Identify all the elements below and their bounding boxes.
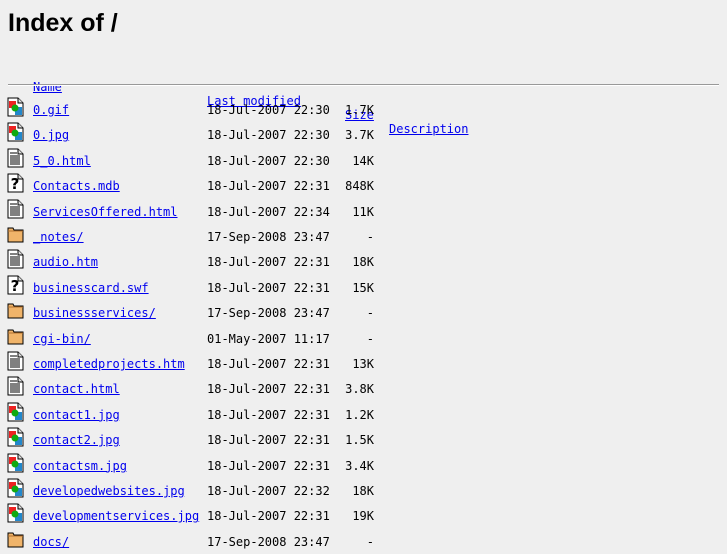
file-row: developmentservices.jpg 18-Jul-2007 22:3… [0, 503, 727, 528]
image-file-icon [7, 453, 24, 473]
file-modified: 18-Jul-2007 22:31 [207, 407, 330, 422]
file-modified: 18-Jul-2007 22:31 [207, 357, 330, 371]
column-headers: Name Last modified Size Description [0, 66, 468, 136]
file-size: - [366, 230, 374, 244]
file-row: contact1.jpg 18-Jul-2007 22:31 1.2K [0, 402, 727, 427]
file-size: 1.2K [345, 407, 374, 422]
file-size: 3.8K [345, 382, 374, 397]
file-link[interactable]: 0.jpg [33, 128, 69, 142]
file-modified: 18-Jul-2007 22:34 [207, 204, 330, 219]
file-modified: 17-Sep-2008 23:47 [207, 306, 330, 321]
file-size: 19K [352, 509, 374, 524]
folder-icon [7, 326, 24, 346]
file-link[interactable]: contact1.jpg [33, 408, 120, 422]
file-modified: 18-Jul-2007 22:31 [207, 433, 330, 448]
unknown-file-icon: ? [7, 275, 24, 295]
folder-icon [7, 529, 24, 549]
file-modified: 18-Jul-2007 22:31 [207, 382, 330, 397]
text-file-icon [7, 376, 24, 396]
file-row: contact.html 18-Jul-2007 22:31 3.8K [0, 376, 727, 401]
file-row: docs/ 17-Sep-2008 23:47 - [0, 529, 727, 554]
page-title: Index of / [8, 9, 118, 37]
file-row: contactsm.jpg 18-Jul-2007 22:31 3.4K [0, 453, 727, 478]
file-size: 1.7K [345, 103, 374, 117]
file-modified: 18-Jul-2007 22:32 [207, 484, 330, 498]
file-row: _notes/ 17-Sep-2008 23:47 - [0, 224, 727, 249]
file-link[interactable]: contact.html [33, 382, 120, 396]
file-row: cgi-bin/ 01-May-2007 11:17 - [0, 326, 727, 351]
file-link[interactable]: developedwebsites.jpg [33, 484, 185, 498]
file-modified: 18-Jul-2007 22:31 [207, 255, 330, 270]
unknown-file-icon: ? [7, 173, 24, 193]
file-row: ? businesscard.swf 18-Jul-2007 22:31 15K [0, 275, 727, 300]
file-modified: 18-Jul-2007 22:31 [207, 179, 330, 194]
file-row: ServicesOffered.html 18-Jul-2007 22:34 1… [0, 199, 727, 224]
file-modified: 18-Jul-2007 22:30 [207, 103, 330, 117]
image-file-icon [7, 427, 24, 447]
header-divider [8, 84, 719, 86]
file-link[interactable]: 0.gif [33, 103, 69, 117]
file-link[interactable]: docs/ [33, 535, 69, 549]
file-row: completedprojects.htm 18-Jul-2007 22:31 … [0, 351, 727, 376]
file-modified: 18-Jul-2007 22:30 [207, 153, 330, 168]
file-size: 3.4K [345, 458, 374, 473]
file-link[interactable]: developmentservices.jpg [33, 509, 199, 523]
file-link[interactable]: businessservices/ [33, 306, 156, 320]
file-size: 15K [352, 280, 374, 295]
file-link[interactable]: _notes/ [33, 230, 84, 244]
file-modified: 01-May-2007 11:17 [207, 331, 330, 346]
text-file-icon [7, 351, 24, 371]
file-size: 18K [352, 484, 374, 498]
file-modified: 17-Sep-2008 23:47 [207, 534, 330, 549]
image-file-icon [7, 503, 24, 523]
file-link[interactable]: completedprojects.htm [33, 357, 185, 371]
file-modified: 18-Jul-2007 22:31 [207, 458, 330, 473]
file-size: - [366, 306, 374, 321]
file-size: 1.5K [345, 433, 374, 448]
file-size: 14K [352, 153, 374, 168]
text-file-icon [7, 249, 24, 269]
file-row: 0.gif 18-Jul-2007 22:30 1.7K [0, 97, 727, 122]
sort-by-name-link[interactable]: Name [33, 80, 62, 94]
image-file-icon [7, 402, 24, 422]
image-file-icon [7, 97, 24, 117]
file-modified: 17-Sep-2008 23:47 [207, 230, 330, 244]
image-file-icon [7, 122, 24, 142]
file-link[interactable]: audio.htm [33, 255, 98, 269]
file-row: 0.jpg 18-Jul-2007 22:30 3.7K [0, 122, 727, 147]
file-size: 11K [352, 204, 374, 219]
file-modified: 18-Jul-2007 22:31 [207, 509, 330, 524]
text-file-icon [7, 199, 24, 219]
file-link[interactable]: cgi-bin/ [33, 332, 91, 346]
file-link[interactable]: ServicesOffered.html [33, 205, 178, 219]
text-file-icon [7, 148, 24, 168]
file-row: developedwebsites.jpg 18-Jul-2007 22:32 … [0, 478, 727, 503]
file-row: businessservices/ 17-Sep-2008 23:47 - [0, 300, 727, 325]
file-row: ? Contacts.mdb 18-Jul-2007 22:31 848K [0, 173, 727, 198]
file-row: contact2.jpg 18-Jul-2007 22:31 1.5K [0, 427, 727, 452]
file-link[interactable]: Contacts.mdb [33, 179, 120, 193]
svg-text:?: ? [11, 175, 20, 193]
file-link[interactable]: businesscard.swf [33, 281, 149, 295]
svg-text:?: ? [11, 277, 20, 295]
file-link[interactable]: 5_0.html [33, 154, 91, 168]
file-row: audio.htm 18-Jul-2007 22:31 18K [0, 249, 727, 274]
folder-icon [7, 224, 24, 244]
file-link[interactable]: contact2.jpg [33, 433, 120, 447]
folder-icon [7, 300, 24, 320]
file-link[interactable]: contactsm.jpg [33, 459, 127, 473]
file-size: 848K [345, 179, 374, 194]
file-size: - [366, 331, 374, 346]
file-size: 3.7K [345, 128, 374, 143]
file-size: 13K [352, 357, 374, 371]
file-size: 18K [352, 255, 374, 270]
image-file-icon [7, 478, 24, 498]
file-modified: 18-Jul-2007 22:31 [207, 280, 330, 295]
file-row: 5_0.html 18-Jul-2007 22:30 14K [0, 148, 727, 173]
file-modified: 18-Jul-2007 22:30 [207, 128, 330, 143]
file-size: - [366, 534, 374, 549]
